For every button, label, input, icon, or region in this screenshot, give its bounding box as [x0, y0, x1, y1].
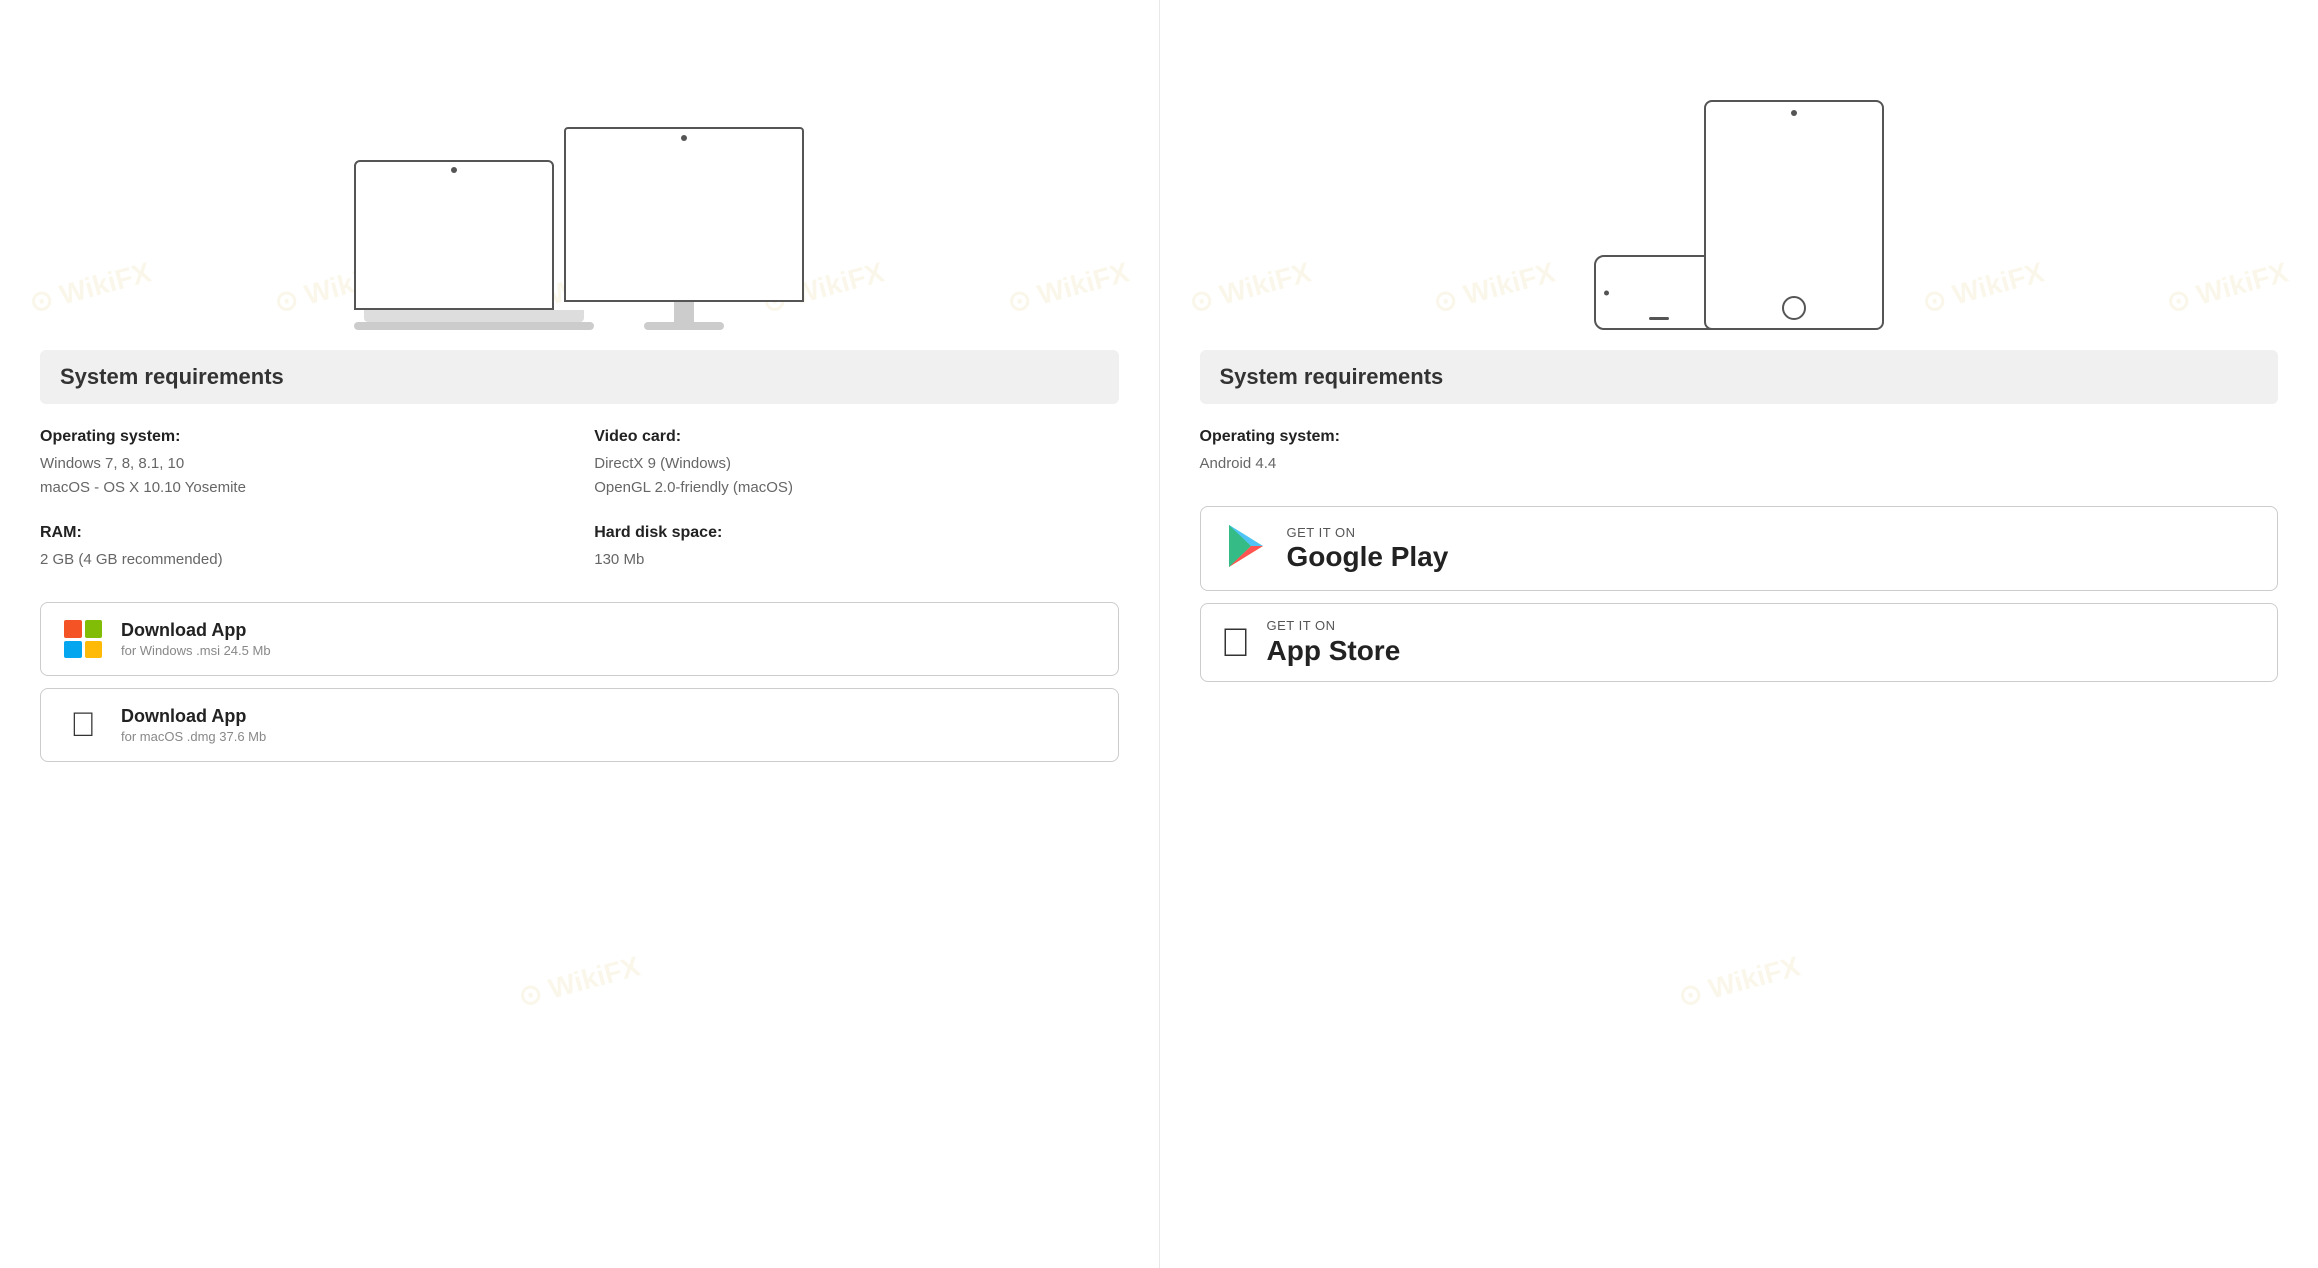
- tablet-icon: [1704, 100, 1884, 330]
- app-store-small-text: GET IT ON: [1267, 618, 1401, 633]
- google-play-icon: [1221, 521, 1271, 576]
- windows-icon: [61, 617, 105, 661]
- google-play-text: GET IT ON Google Play: [1287, 525, 1449, 573]
- sys-req-title-right: System requirements: [1220, 364, 2259, 390]
- main-container: ⊙ WikiFX ⊙ WikiFX ⊙ WikiFX ⊙ WikiFX ⊙ Wi…: [0, 0, 2318, 1268]
- sys-req-header-left: System requirements: [40, 350, 1119, 404]
- app-store-big-text: App Store: [1267, 635, 1401, 667]
- laptop-icon: [354, 160, 594, 330]
- os-label: Operating system:: [40, 428, 564, 446]
- requirements-grid-left: Operating system: Windows 7, 8, 8.1, 10 …: [40, 428, 1119, 572]
- video-card-item: Video card: DirectX 9 (Windows) OpenGL 2…: [594, 428, 1118, 500]
- video-card-label: Video card:: [594, 428, 1118, 446]
- ram-item: RAM: 2 GB (4 GB recommended): [40, 524, 564, 572]
- google-play-small-text: GET IT ON: [1287, 525, 1449, 540]
- windows-btn-title: Download App: [121, 620, 271, 641]
- requirements-right: Operating system: Android 4.4: [1200, 428, 2279, 476]
- video-card-value: DirectX 9 (Windows) OpenGL 2.0-friendly …: [594, 452, 1118, 500]
- app-store-text: GET IT ON App Store: [1267, 618, 1401, 667]
- mac-btn-subtitle: for macOS .dmg 37.6 Mb: [121, 729, 266, 744]
- app-store-apple-icon: : [1221, 623, 1251, 663]
- left-panel-content: System requirements Operating system: Wi…: [40, 30, 1119, 762]
- right-panel: ⊙ WikiFX ⊙ WikiFX ⊙ WikiFX ⊙ WikiFX ⊙ Wi…: [1160, 0, 2318, 1268]
- hard-disk-label: Hard disk space:: [594, 524, 1118, 542]
- windows-btn-subtitle: for Windows .msi 24.5 Mb: [121, 643, 271, 658]
- os-item: Operating system: Windows 7, 8, 8.1, 10 …: [40, 428, 564, 500]
- mac-btn-title: Download App: [121, 706, 266, 727]
- sys-req-header-right: System requirements: [1200, 350, 2279, 404]
- google-play-button[interactable]: GET IT ON Google Play: [1200, 506, 2279, 591]
- monitor-icon: [564, 127, 804, 330]
- hard-disk-item: Hard disk space: 130 Mb: [594, 524, 1118, 572]
- google-play-big-text: Google Play: [1287, 542, 1449, 573]
- ram-value: 2 GB (4 GB recommended): [40, 548, 564, 572]
- mobile-illustration: [1200, 30, 2279, 330]
- download-windows-button[interactable]: Download App for Windows .msi 24.5 Mb: [40, 602, 1119, 676]
- windows-btn-text: Download App for Windows .msi 24.5 Mb: [121, 620, 271, 658]
- ram-label: RAM:: [40, 524, 564, 542]
- os-value-right: Android 4.4: [1200, 452, 2279, 476]
- hard-disk-value: 130 Mb: [594, 548, 1118, 572]
- right-panel-content: System requirements Operating system: An…: [1200, 30, 2279, 682]
- mac-btn-text: Download App for macOS .dmg 37.6 Mb: [121, 706, 266, 744]
- download-mac-button[interactable]:  Download App for macOS .dmg 37.6 Mb: [40, 688, 1119, 762]
- os-label-right: Operating system:: [1200, 428, 2279, 446]
- sys-req-title-left: System requirements: [60, 364, 1099, 390]
- apple-icon: : [61, 703, 105, 747]
- os-value: Windows 7, 8, 8.1, 10 macOS - OS X 10.10…: [40, 452, 564, 500]
- app-store-button[interactable]:  GET IT ON App Store: [1200, 603, 2279, 682]
- desktop-illustration: [40, 30, 1119, 330]
- left-panel: ⊙ WikiFX ⊙ WikiFX ⊙ WikiFX ⊙ WikiFX ⊙ Wi…: [0, 0, 1160, 1268]
- os-item-right: Operating system: Android 4.4: [1200, 428, 2279, 476]
